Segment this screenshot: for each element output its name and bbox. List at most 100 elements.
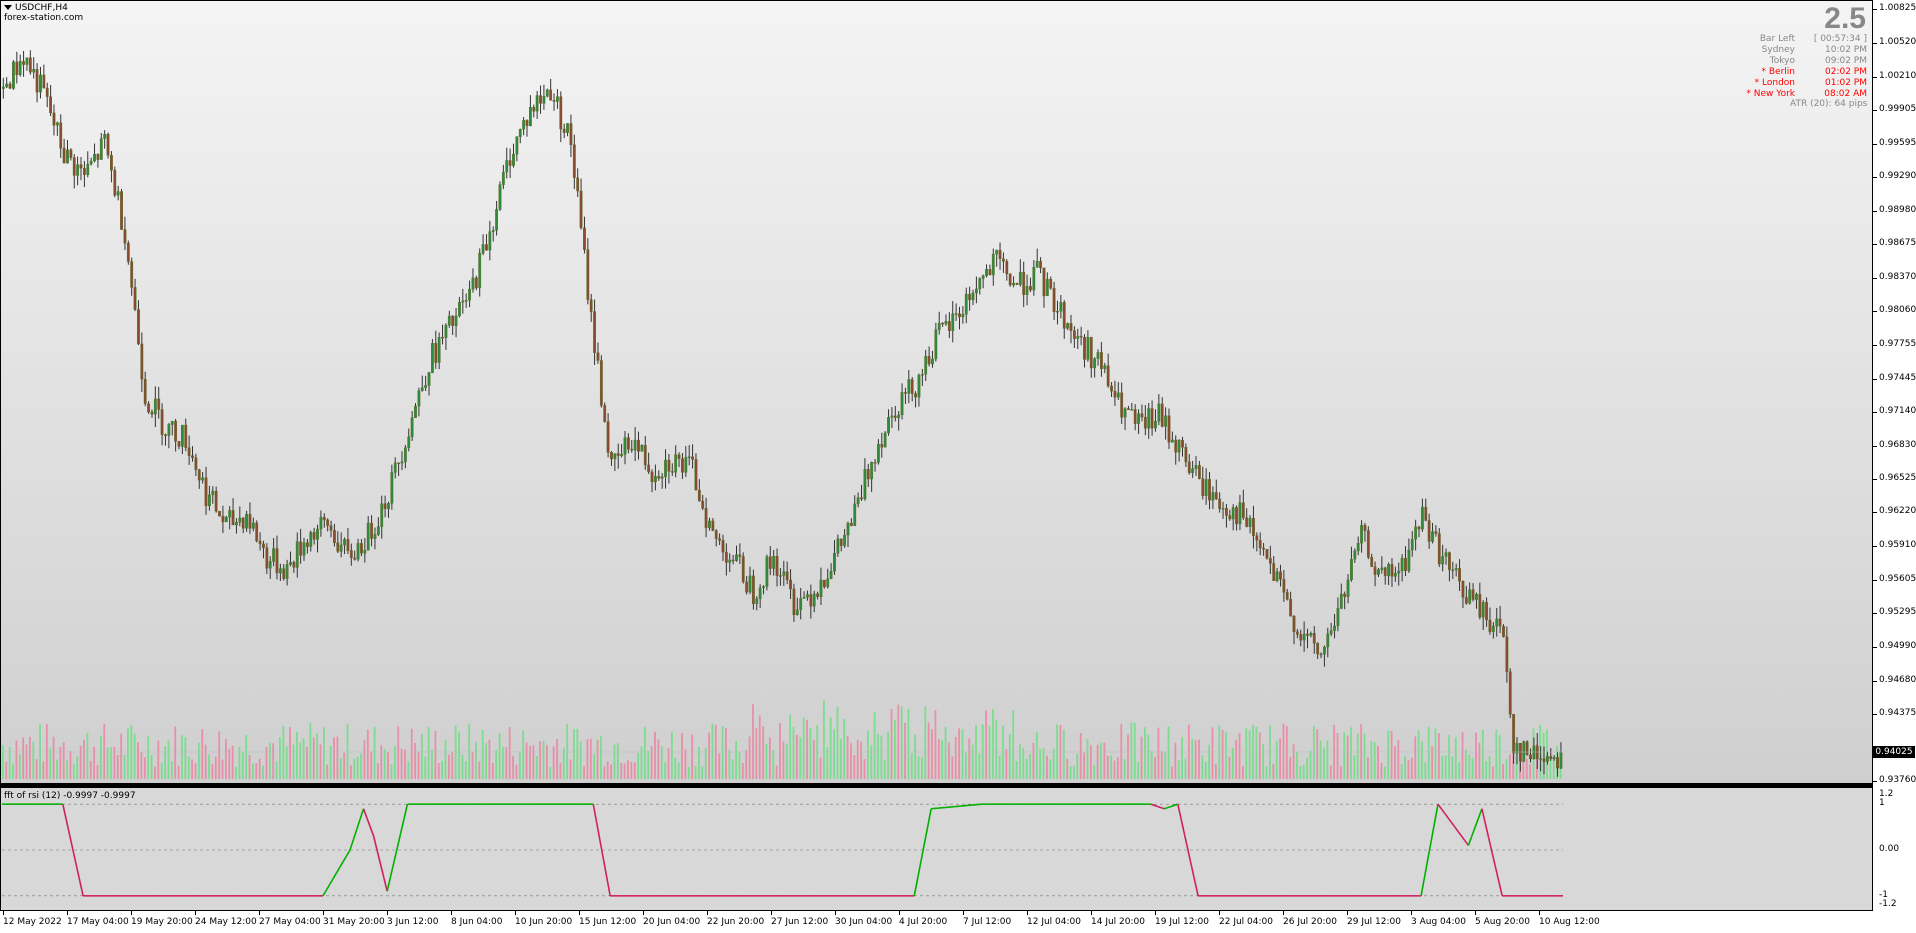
indicator-segment <box>1164 806 1168 810</box>
candle-body <box>836 538 840 554</box>
volume-bar <box>779 723 781 779</box>
candle-body <box>89 160 93 165</box>
candle-body <box>961 314 965 318</box>
info-name: * Berlin <box>1761 67 1795 77</box>
candle-body <box>1005 261 1009 275</box>
indicator-segment <box>1498 881 1503 897</box>
candle-body <box>633 439 637 451</box>
indicator-axis-label: 1 <box>1879 798 1885 809</box>
candle-body <box>471 277 475 290</box>
chart-title[interactable]: USDCHF,H4 forex-station.com <box>4 3 83 23</box>
candle-body <box>49 96 53 114</box>
candle-body <box>126 243 130 262</box>
price-axis-tick <box>1873 143 1877 145</box>
volume-bar <box>812 740 815 779</box>
volume-bar <box>214 756 217 779</box>
volume-bar <box>890 708 893 779</box>
candle-body <box>224 516 228 523</box>
volume-bar <box>583 766 585 779</box>
volume-bar <box>339 757 342 779</box>
candle-body <box>265 547 269 569</box>
volume-bar <box>1319 740 1322 779</box>
info-value: 09:02 PM <box>1825 56 1867 66</box>
candle-body <box>1400 557 1404 572</box>
candle-body <box>1231 507 1235 520</box>
volume-bar <box>782 741 785 779</box>
volume-bar <box>377 763 379 779</box>
indicator-segment <box>1167 805 1172 809</box>
volume-bar <box>785 743 788 779</box>
volume-bar <box>866 730 869 779</box>
volume-bar <box>606 761 609 779</box>
candle-body <box>15 61 19 76</box>
candle-body <box>1464 597 1468 604</box>
volume-bar <box>971 744 974 779</box>
candle-body <box>1174 439 1178 453</box>
candle-body <box>917 374 921 398</box>
volume-bar <box>721 726 724 779</box>
price-axis-label: 1.00825 <box>1879 3 1916 14</box>
volume-bar <box>387 752 389 779</box>
volume-bar <box>79 745 82 779</box>
volume-bar <box>515 764 518 779</box>
volume-bar <box>353 758 356 779</box>
candle-body <box>417 390 421 407</box>
volume-bar <box>49 748 52 779</box>
candle-body <box>603 405 607 422</box>
volume-bar <box>461 754 464 779</box>
candle-body <box>1525 741 1529 755</box>
candle-body <box>1089 336 1093 369</box>
volume-bar <box>545 744 548 779</box>
candle-body <box>1062 302 1066 329</box>
time-axis-tick <box>771 911 772 915</box>
indicator-segment <box>362 808 368 819</box>
candle-body <box>880 443 884 448</box>
candle-body <box>137 309 140 345</box>
candle-body <box>1150 408 1154 429</box>
dropdown-arrow-icon[interactable] <box>4 5 12 10</box>
candle-body <box>1360 524 1363 544</box>
time-axis-tick <box>1219 911 1220 915</box>
candle-body <box>1535 745 1539 759</box>
volume-bar <box>1475 732 1477 779</box>
volume-bar <box>1481 729 1484 779</box>
volume-bar <box>468 723 471 779</box>
indicator-segment <box>1450 822 1456 828</box>
candle-body <box>1319 653 1323 656</box>
volume-bar <box>451 752 454 779</box>
candle-body <box>248 514 252 529</box>
indicator-axis-label: 0.00 <box>1879 844 1900 854</box>
price-axis-label: 0.98980 <box>1879 204 1916 215</box>
candle-body <box>1194 465 1198 469</box>
indicator-segment <box>1150 803 1155 807</box>
candle-body <box>1326 633 1330 648</box>
volume-bar <box>1022 748 1025 779</box>
candle-body <box>285 564 289 579</box>
volume-bar <box>657 739 660 779</box>
volume-bar <box>248 754 251 779</box>
candle-body <box>1316 642 1320 655</box>
candle-body <box>28 57 32 73</box>
candle-body <box>1366 530 1370 558</box>
candle-body <box>664 459 667 477</box>
candle-body <box>694 459 698 491</box>
volume-bar <box>414 742 417 779</box>
volume-bar <box>150 754 153 779</box>
candle-body <box>654 476 657 483</box>
candle-body <box>1079 335 1083 338</box>
candle-body <box>586 249 590 300</box>
volume-bar <box>627 760 629 779</box>
candle-body <box>1164 415 1168 427</box>
candle-body <box>684 457 688 473</box>
indicator-segment <box>1494 866 1500 882</box>
candle-body <box>167 424 171 436</box>
price-axis-tick <box>1873 177 1877 179</box>
volume-bar <box>1248 730 1251 779</box>
candle-body <box>376 526 380 535</box>
indicator-segment <box>396 833 402 848</box>
candle-body <box>464 300 468 302</box>
candle-body <box>420 387 424 391</box>
volume-bar <box>1414 736 1417 779</box>
indicator-segment <box>1471 826 1476 837</box>
volume-bar <box>1100 742 1102 779</box>
